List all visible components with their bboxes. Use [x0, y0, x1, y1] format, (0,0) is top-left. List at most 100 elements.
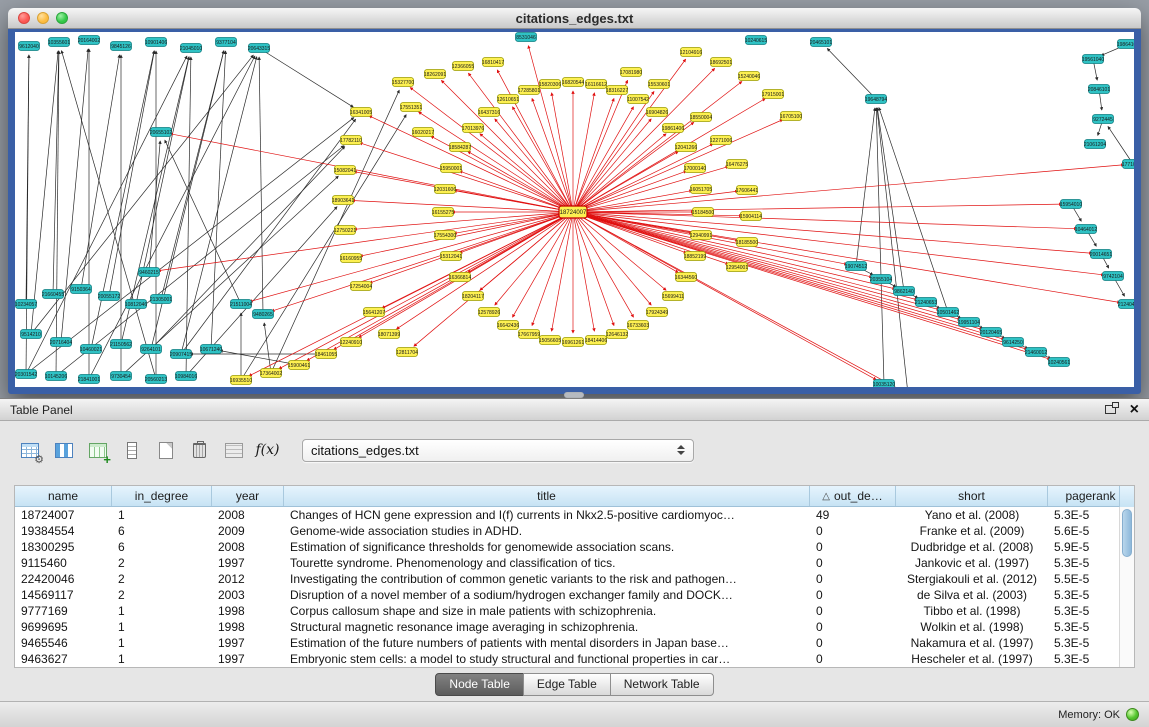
graph-node[interactable]: 19861406	[662, 124, 684, 133]
graph-node[interactable]: 15082041	[334, 166, 356, 175]
graph-node[interactable]: 18316227	[606, 86, 628, 95]
graph-node[interactable]: 9264101	[141, 345, 162, 354]
graph-node[interactable]: 17364002	[260, 369, 282, 378]
graph-node[interactable]: 21460012	[1025, 348, 1047, 357]
float-panel-icon[interactable]	[1105, 405, 1116, 414]
graph-node[interactable]: 11007542	[627, 95, 649, 104]
graph-node[interactable]: 15327700	[392, 78, 414, 87]
graph-node[interactable]: 17710354	[1122, 160, 1134, 169]
graph-node[interactable]: 21660455	[42, 290, 64, 299]
table-row[interactable]: 1456911722003Disruption of a novel membe…	[15, 587, 1134, 603]
table-row[interactable]: 911546021997Tourette syndrome. Phenomeno…	[15, 555, 1134, 571]
graph-node[interactable]: 12646132	[606, 330, 628, 339]
graph-node[interactable]: 17013976	[462, 124, 484, 133]
graph-node[interactable]: 21150562	[110, 340, 132, 349]
tab-edge-table[interactable]: Edge Table	[523, 673, 611, 696]
graph-node[interactable]: 10671240	[200, 345, 222, 354]
graph-node[interactable]: 9730454	[111, 372, 132, 381]
zoom-window-button[interactable]	[56, 12, 68, 24]
graph-node[interactable]: 15530601	[648, 80, 670, 89]
graph-node[interactable]: 10035120	[873, 380, 895, 388]
add-column-icon[interactable]	[84, 438, 111, 463]
graph-node[interactable]: 18414406	[585, 336, 607, 345]
graph-node[interactable]: 21305001	[150, 295, 172, 304]
graph-node[interactable]: 12954001	[726, 263, 748, 272]
graph-node[interactable]: 17606441	[736, 186, 758, 195]
graph-node[interactable]: 18550004	[690, 113, 712, 122]
function-builder-icon[interactable]	[254, 438, 281, 463]
graph-node[interactable]: 12104916	[680, 48, 702, 57]
table-row[interactable]: 977716911998Corpus callosum shape and si…	[15, 603, 1134, 619]
graph-node[interactable]: 20301542	[15, 370, 37, 379]
row-list-icon[interactable]	[118, 438, 145, 463]
graph-node[interactable]: 12578926	[478, 308, 500, 317]
column-header-out_de[interactable]: △out_de…	[810, 486, 896, 506]
graph-node[interactable]: 18071399	[378, 330, 400, 339]
graph-node[interactable]: 9460215	[139, 268, 160, 277]
graph-node[interactable]: 20716404	[50, 338, 72, 347]
graph-node[interactable]: 10355601	[48, 38, 70, 47]
graph-node[interactable]: 16810417	[482, 58, 504, 67]
graph-node[interactable]: 16904826	[646, 108, 668, 117]
network-view[interactable]: 1872400715184500160517051700014012041266…	[15, 29, 1134, 387]
graph-node[interactable]: 19561040	[1082, 55, 1104, 64]
graph-node[interactable]: 10464012	[1075, 225, 1097, 234]
network-canvas[interactable]: 1872400715184500160517051700014012041266…	[15, 32, 1134, 387]
graph-node[interactable]: 15954010	[1060, 200, 1082, 209]
graph-node[interactable]: 16820544	[562, 78, 584, 87]
graph-node[interactable]: 10901406	[145, 38, 167, 47]
close-panel-icon[interactable]: ×	[1130, 403, 1139, 417]
graph-node[interactable]: 15184500	[692, 208, 714, 217]
graph-node[interactable]: 16020217	[412, 128, 434, 137]
graph-node[interactable]: 8531046	[516, 33, 537, 42]
table-row[interactable]: 2242004622012Investigating the contribut…	[15, 571, 1134, 587]
graph-node[interactable]: 16961261	[562, 338, 584, 347]
graph-node[interactable]: 17667959	[518, 330, 540, 339]
graph-node[interactable]: 16705100	[780, 112, 802, 121]
graph-node[interactable]: 9150364	[71, 285, 92, 294]
graph-node[interactable]: 18852199	[684, 252, 706, 261]
column-header-title[interactable]: title	[284, 486, 810, 506]
table-row[interactable]: 1938455462009Genome-wide association stu…	[15, 523, 1134, 539]
graph-node[interactable]: 9272445	[1093, 115, 1114, 124]
column-header-in_degree[interactable]: in_degree	[112, 486, 212, 506]
graph-node[interactable]: 10984016	[175, 372, 197, 381]
graph-node[interactable]: 17254004	[350, 282, 372, 291]
graph-node[interactable]: 19074512	[845, 262, 867, 271]
table-row[interactable]: 1872400712008Changes of HCN gene express…	[15, 507, 1134, 523]
graph-node[interactable]: 15820306	[539, 80, 561, 89]
graph-node[interactable]: 9612040	[19, 42, 40, 51]
graph-node[interactable]: 20055172	[98, 292, 120, 301]
graph-node[interactable]: 12940991	[690, 231, 712, 240]
graph-node[interactable]: 20655102	[150, 128, 172, 137]
graph-node[interactable]: 21061204	[1084, 140, 1106, 149]
graph-node[interactable]: 20643315	[248, 44, 270, 53]
graph-node[interactable]: 9742104	[1103, 272, 1124, 281]
graph-node[interactable]: 17915001	[762, 90, 784, 99]
table-selector-dropdown[interactable]: citations_edges.txt	[302, 439, 694, 462]
graph-node[interactable]: 9514210	[21, 330, 42, 339]
graph-node[interactable]: 12041266	[675, 143, 697, 152]
delete-icon[interactable]	[186, 438, 213, 463]
column-header-year[interactable]: year	[212, 486, 284, 506]
window-titlebar[interactable]: citations_edges.txt	[8, 8, 1141, 29]
graph-node[interactable]: 17554300	[434, 231, 456, 240]
graph-node[interactable]: 21240465	[1118, 300, 1134, 309]
graph-node[interactable]: 15056605	[539, 336, 561, 345]
minimize-window-button[interactable]	[37, 12, 49, 24]
graph-node[interactable]: 20465101	[810, 38, 832, 47]
import-table-icon[interactable]	[220, 438, 247, 463]
graph-node[interactable]: 15950001	[440, 164, 462, 173]
graph-node[interactable]: 16935510	[230, 376, 252, 385]
graph-node[interactable]: 19864101	[1117, 40, 1134, 49]
graph-node[interactable]: 16733603	[627, 321, 649, 330]
graph-node[interactable]: 9480265	[253, 310, 274, 319]
graph-node[interactable]: 10145206	[45, 372, 67, 381]
graph-node[interactable]: 18692501	[710, 58, 732, 67]
graph-node[interactable]: 20560213	[145, 375, 167, 384]
graph-hub-node[interactable]: 18724007	[559, 206, 587, 218]
graph-node[interactable]: 10460021	[80, 345, 102, 354]
table-row[interactable]: 1830029562008Estimation of significance …	[15, 539, 1134, 555]
graph-node[interactable]: 12240910	[340, 338, 362, 347]
close-window-button[interactable]	[18, 12, 30, 24]
